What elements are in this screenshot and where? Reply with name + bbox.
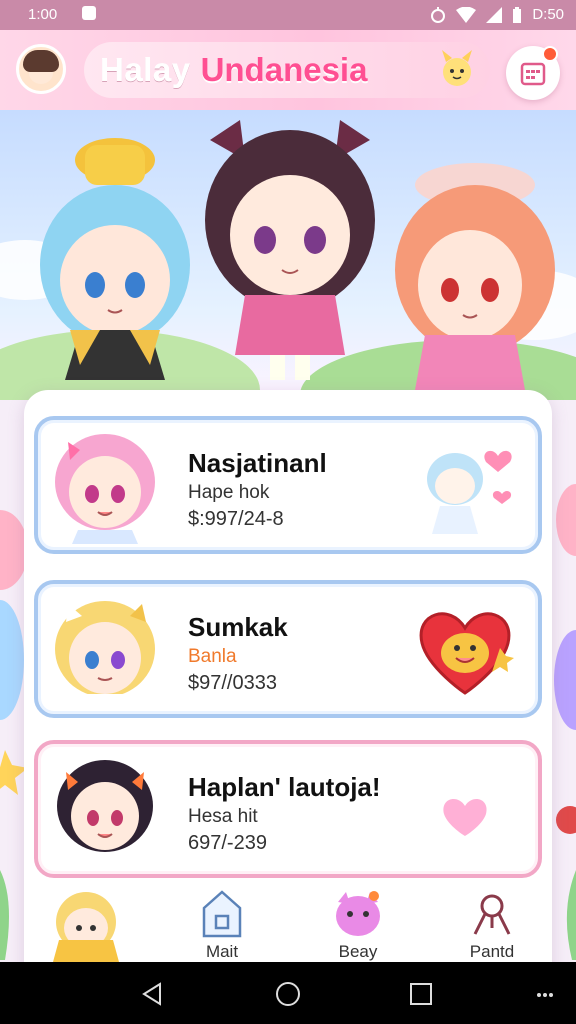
signal-icon — [486, 6, 503, 23]
status-bar: 1:00 D:50 — [0, 0, 576, 30]
list-item[interactable]: Sumkak Banla $97//0333 — [34, 580, 542, 718]
item-name: Sumkak — [188, 612, 288, 642]
nav-item-pantd[interactable]: Pantd — [442, 880, 542, 962]
notification-icon — [82, 6, 96, 20]
back-icon[interactable] — [140, 982, 164, 1006]
nav-label: Beay — [338, 942, 378, 961]
house-icon — [202, 890, 242, 938]
status-icons: D:50 — [430, 6, 564, 23]
system-nav-bar — [0, 962, 576, 1024]
side-decoration-right — [554, 484, 576, 960]
pet-icon — [336, 891, 380, 936]
battery-icon — [513, 6, 522, 23]
ribbon-icon — [473, 894, 511, 935]
home-icon[interactable] — [275, 981, 301, 1007]
wifi-icon — [456, 6, 477, 23]
avatar — [55, 601, 155, 708]
battery-level: D:50 — [532, 6, 564, 23]
mascot-icon — [442, 50, 472, 86]
title-plain: Halay — [100, 51, 191, 88]
nav-label: Pantd — [469, 942, 515, 961]
list-item[interactable]: Nasjatinanl Hape hok $:997/24-8 — [34, 416, 542, 554]
calendar-icon — [520, 62, 546, 86]
item-price: 697/-239 — [188, 832, 267, 854]
app-title: Halay Undanesia — [84, 42, 490, 98]
character-blue-hair — [40, 138, 190, 380]
item-subtitle: Banla — [188, 646, 237, 667]
avatar — [57, 760, 153, 868]
heart-icon — [419, 612, 514, 695]
character-orange-hair — [395, 163, 555, 390]
nav-item-beay[interactable]: Beay — [308, 880, 408, 962]
heart-icon — [427, 450, 512, 534]
item-price: $97//0333 — [188, 672, 277, 694]
more-icon[interactable] — [536, 992, 554, 998]
character-icon — [53, 892, 119, 962]
avatar[interactable] — [16, 44, 66, 94]
hero-illustration — [0, 110, 576, 400]
character-dark-hair — [205, 120, 375, 380]
notification-badge — [542, 46, 558, 62]
bottom-nav: Mait Beay Pantd — [24, 880, 552, 962]
avatar — [55, 434, 155, 544]
menu-button[interactable] — [506, 46, 560, 100]
nav-label: Mait — [205, 942, 239, 961]
item-subtitle: Hape hok — [188, 482, 270, 503]
recents-icon[interactable] — [410, 983, 432, 1005]
heart-icon — [443, 799, 487, 836]
nav-item-character[interactable] — [36, 880, 136, 962]
list-item[interactable]: Haplan' lautoja! Hesa hit 697/-239 — [34, 740, 542, 878]
app-header: Halay Undanesia — [0, 30, 576, 110]
item-name: Nasjatinanl — [188, 448, 327, 478]
item-name: Haplan' lautoja! — [188, 772, 381, 802]
item-price: $:997/24-8 — [188, 508, 284, 530]
status-time: 1:00 — [28, 6, 58, 23]
nav-item-mait[interactable]: Mait — [172, 880, 272, 962]
timer-icon — [431, 6, 446, 23]
title-accent: Undanesia — [200, 51, 368, 88]
item-subtitle: Hesa hit — [188, 806, 258, 827]
